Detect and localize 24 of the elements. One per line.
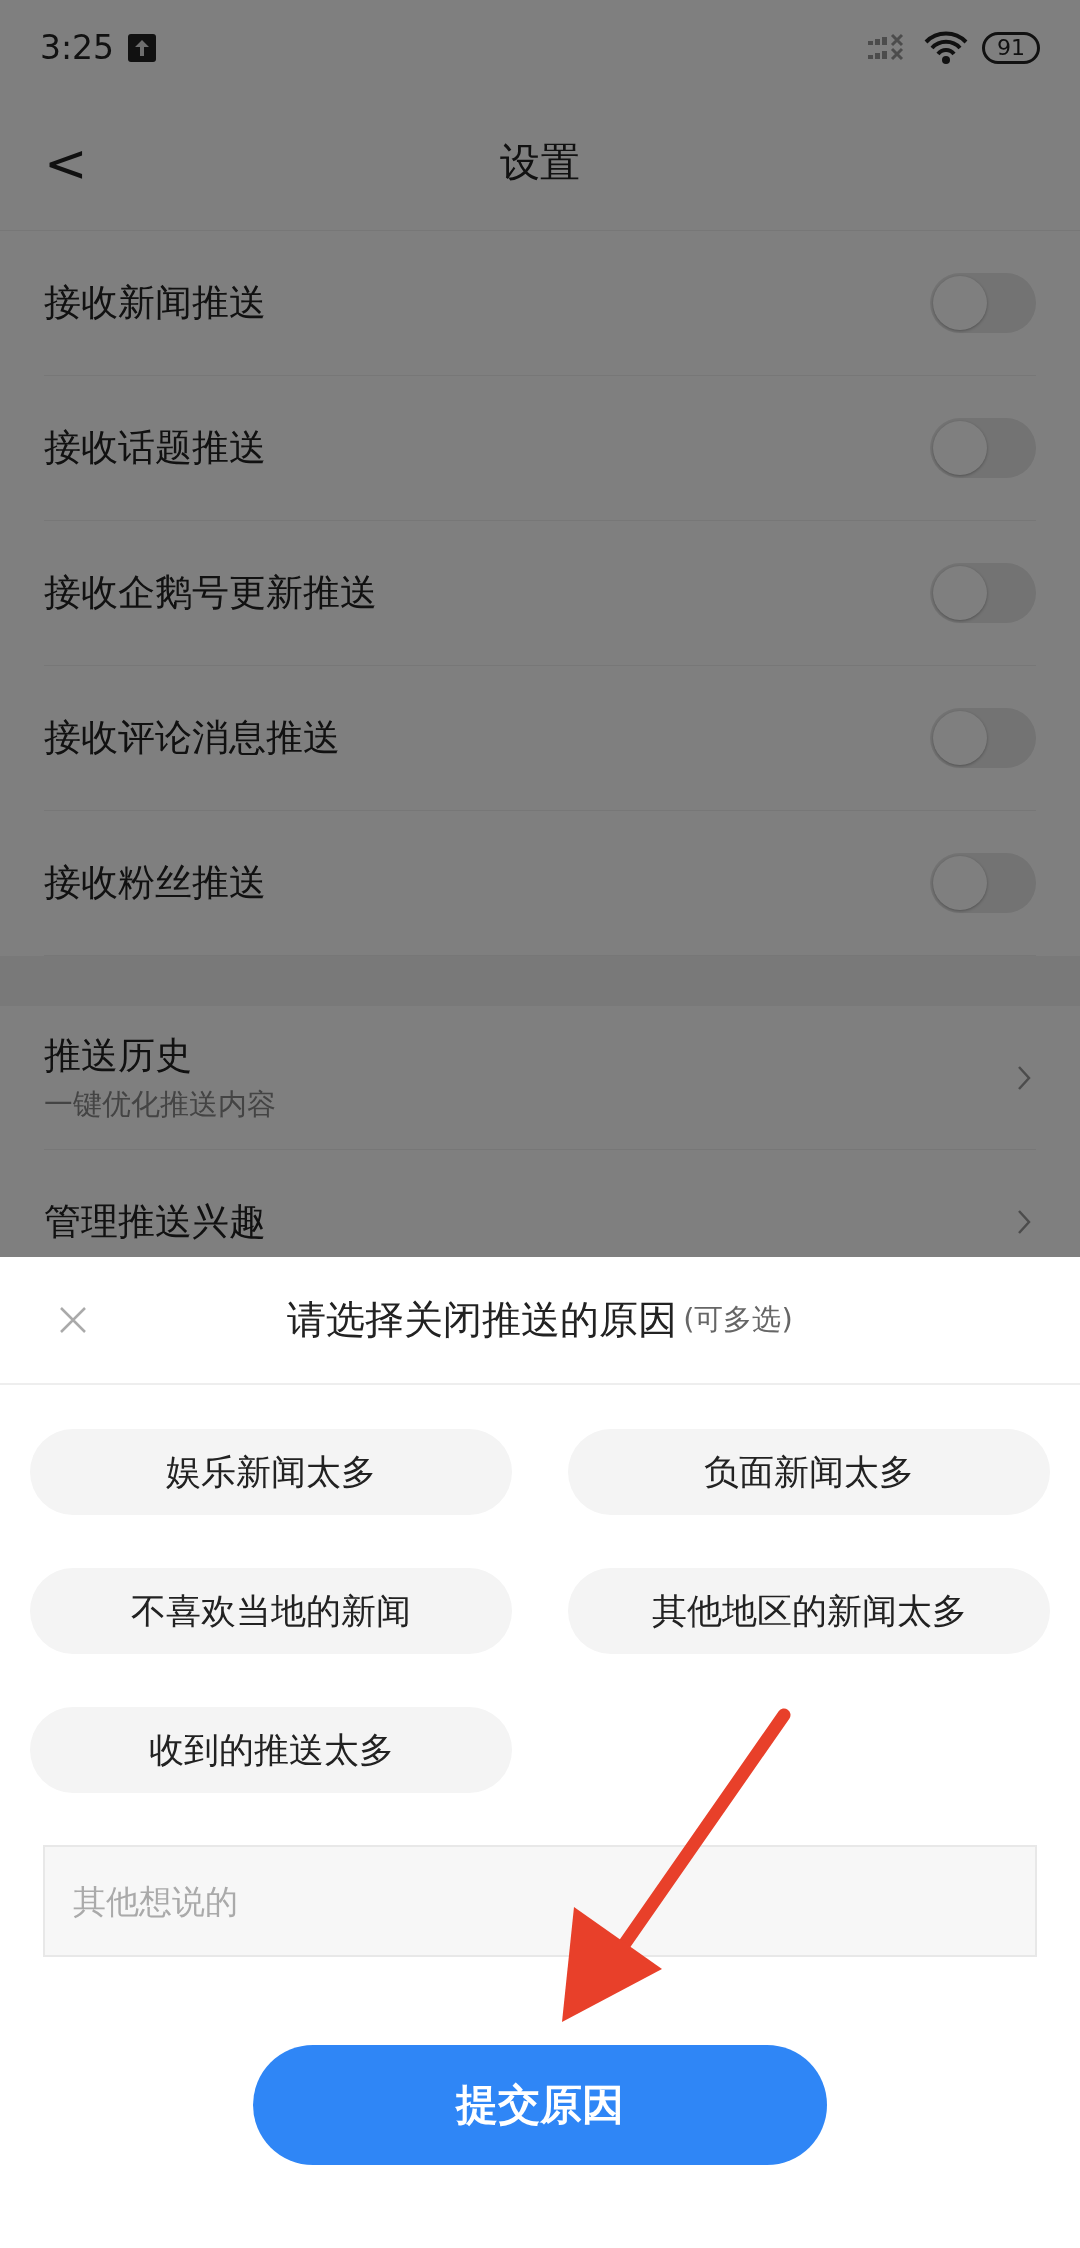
setting-label: 接收评论消息推送 [44, 715, 340, 761]
reason-chip[interactable]: 其他地区的新闻太多 [568, 1568, 1050, 1654]
close-icon[interactable] [58, 1305, 88, 1335]
reason-chip[interactable]: 不喜欢当地的新闻 [30, 1568, 512, 1654]
setting-label: 接收话题推送 [44, 425, 266, 471]
setting-label: 推送历史 [44, 1032, 193, 1079]
status-time: 3:25 [40, 28, 115, 67]
submit-button[interactable]: 提交原因 [253, 2045, 827, 2165]
reason-chip[interactable]: 负面新闻太多 [568, 1429, 1050, 1515]
setting-label: 接收企鹅号更新推送 [44, 570, 377, 616]
setting-label: 接收粉丝推送 [44, 860, 266, 906]
setting-description: 一键优化推送内容 [44, 1085, 276, 1123]
setting-label: 接收新闻推送 [44, 280, 266, 326]
battery-indicator: 91 [982, 31, 1040, 64]
setting-label: 管理推送兴趣 [44, 1198, 266, 1245]
wifi-icon [924, 30, 968, 65]
page-title: 设置 [500, 138, 580, 187]
input-field[interactable]: 其他想说的 [43, 1845, 1037, 1957]
sheet-hint: (可多选) [683, 1301, 793, 1338]
back-button[interactable]: < [36, 132, 96, 193]
upload-icon [128, 33, 157, 62]
reason-chip[interactable]: 收到的推送太多 [30, 1707, 512, 1793]
sheet-title: 请选择关闭推送的原因 [287, 1296, 678, 1344]
reason-chip[interactable]: 娱乐新闻太多 [30, 1429, 512, 1515]
